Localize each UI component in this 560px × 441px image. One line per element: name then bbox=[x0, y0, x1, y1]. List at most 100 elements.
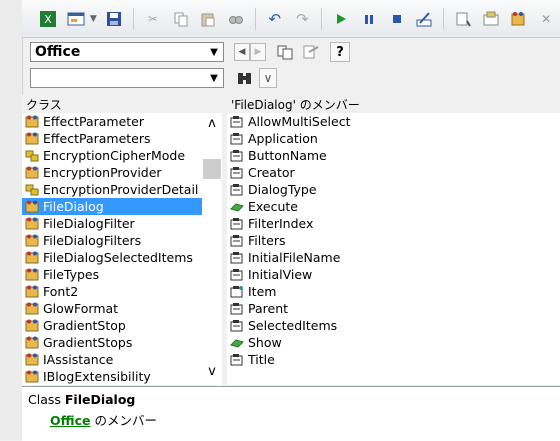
separator bbox=[321, 7, 323, 30]
toolbox-icon[interactable]: ✕ bbox=[535, 8, 557, 30]
class-icon bbox=[25, 336, 39, 349]
save-icon[interactable] bbox=[103, 8, 125, 30]
paste-icon[interactable] bbox=[197, 8, 219, 30]
class-list-item[interactable]: FileTypes bbox=[22, 266, 202, 283]
item-label: Application bbox=[248, 131, 318, 146]
class-list-item[interactable]: EncryptionProviderDetail bbox=[22, 181, 202, 198]
toggle-search-results-button[interactable]: ∨ bbox=[259, 68, 277, 88]
item-label: AllowMultiSelect bbox=[248, 114, 351, 129]
item-label: InitialFileName bbox=[248, 250, 341, 265]
method-icon bbox=[230, 336, 244, 349]
design-mode-icon[interactable] bbox=[413, 8, 435, 30]
member-list-item[interactable]: Execute bbox=[227, 198, 560, 215]
chevron-down-icon[interactable]: ▼ bbox=[205, 43, 223, 61]
userform-icon[interactable] bbox=[65, 8, 87, 30]
class-list-item[interactable]: GradientStops bbox=[22, 334, 202, 351]
item-label: IAssistance bbox=[43, 352, 114, 367]
search-dropdown[interactable]: ▼ bbox=[30, 68, 224, 88]
class-list-item[interactable]: FileDialogFilter bbox=[22, 215, 202, 232]
dropdown-arrow-icon[interactable]: ▼ bbox=[88, 8, 98, 30]
property-icon bbox=[230, 166, 244, 179]
class-list-item[interactable]: FileDialogSelectedItems bbox=[22, 249, 202, 266]
class-list-item[interactable]: EffectParameter bbox=[22, 113, 202, 130]
member-list-item[interactable]: Parent bbox=[227, 300, 560, 317]
standard-toolbar: X ▼ ✂ ↶ ↷ ✕ bbox=[22, 0, 560, 38]
details-pane: Class FileDialog Office のメンバー bbox=[22, 386, 560, 441]
object-browser-icon[interactable] bbox=[508, 8, 530, 30]
members-header-label: 'FileDialog' のメンバー bbox=[231, 97, 360, 112]
class-list-item[interactable]: IAssistance bbox=[22, 351, 202, 368]
member-list-item[interactable]: InitialFileName bbox=[227, 249, 560, 266]
property-icon bbox=[230, 353, 244, 366]
item-label: FileDialogFilters bbox=[43, 233, 142, 248]
copy-to-clipboard-button[interactable] bbox=[274, 42, 296, 62]
member-list-item[interactable]: FilterIndex bbox=[227, 215, 560, 232]
item-label: Creator bbox=[248, 165, 295, 180]
run-icon[interactable] bbox=[330, 8, 352, 30]
view-definition-button[interactable] bbox=[299, 42, 321, 62]
class-icon bbox=[25, 234, 39, 247]
class-list-item[interactable]: IBlogExtensibility bbox=[22, 368, 202, 385]
class-list-item[interactable]: EncryptionProvider bbox=[22, 164, 202, 181]
cut-icon[interactable]: ✂ bbox=[142, 8, 164, 30]
member-list-item[interactable]: DialogType bbox=[227, 181, 560, 198]
properties-icon[interactable] bbox=[480, 8, 502, 30]
chevron-up-icon[interactable]: ʌ bbox=[202, 113, 222, 133]
property-icon bbox=[230, 319, 244, 332]
class-list-item[interactable]: FileDialog bbox=[22, 198, 202, 215]
class-icon bbox=[25, 319, 39, 332]
forward-button[interactable]: ▶ bbox=[250, 43, 266, 61]
classes-list[interactable]: EffectParameter EffectParameters Encryptio… bbox=[22, 113, 202, 385]
property-icon bbox=[230, 268, 244, 281]
pause-icon[interactable] bbox=[358, 8, 380, 30]
item-label: FilterIndex bbox=[248, 216, 314, 231]
find-icon[interactable] bbox=[225, 8, 247, 30]
member-list-item[interactable]: AllowMultiSelect bbox=[227, 113, 560, 130]
back-button[interactable]: ◀ bbox=[234, 43, 250, 61]
library-dropdown[interactable]: Office ▼ bbox=[30, 42, 224, 62]
item-label: Item bbox=[248, 284, 277, 299]
member-list-item[interactable]: SelectedItems bbox=[227, 317, 560, 334]
item-label: SelectedItems bbox=[248, 318, 338, 333]
copy-icon[interactable] bbox=[170, 8, 192, 30]
class-list-item[interactable]: GlowFormat bbox=[22, 300, 202, 317]
chevron-down-icon[interactable]: ▼ bbox=[205, 69, 223, 87]
detail-library-link[interactable]: Office bbox=[50, 413, 90, 428]
property-icon bbox=[230, 149, 244, 162]
project-explorer-icon[interactable] bbox=[452, 8, 474, 30]
member-list-item[interactable]: Application bbox=[227, 130, 560, 147]
class-list-item[interactable]: FileDialogFilters bbox=[22, 232, 202, 249]
class-list-item[interactable]: EncryptionCipherMode bbox=[22, 147, 202, 164]
member-list-item[interactable]: Creator bbox=[227, 164, 560, 181]
class-list-item[interactable]: EffectParameters bbox=[22, 130, 202, 147]
classes-scrollbar[interactable]: ʌ v bbox=[202, 113, 222, 385]
item-label: FileDialogSelectedItems bbox=[43, 250, 193, 265]
member-list-item[interactable]: ButtonName bbox=[227, 147, 560, 164]
class-icon bbox=[25, 217, 39, 230]
binoculars-search-button[interactable] bbox=[234, 68, 256, 88]
member-list-item[interactable]: Show bbox=[227, 334, 560, 351]
member-list-item[interactable]: Title bbox=[227, 351, 560, 368]
class-list-item[interactable]: GradientStop bbox=[22, 317, 202, 334]
item-label: FileDialogFilter bbox=[43, 216, 135, 231]
members-list[interactable]: AllowMultiSelect Application ButtonName Cre… bbox=[227, 113, 560, 385]
help-button[interactable]: ? bbox=[330, 42, 350, 62]
property-icon bbox=[230, 183, 244, 196]
property-icon bbox=[230, 115, 244, 128]
member-list-item[interactable]: Filters bbox=[227, 232, 560, 249]
enum-icon bbox=[25, 149, 39, 162]
excel-icon[interactable]: X bbox=[37, 8, 59, 30]
member-list-item[interactable]: InitialView bbox=[227, 266, 560, 283]
scroll-thumb[interactable] bbox=[203, 159, 221, 179]
chevron-down-icon[interactable]: v bbox=[202, 361, 222, 381]
property-icon bbox=[230, 217, 244, 230]
item-label: FileTypes bbox=[43, 267, 100, 282]
class-icon bbox=[25, 353, 39, 366]
stop-icon[interactable] bbox=[386, 8, 408, 30]
member-list-item[interactable]: Item bbox=[227, 283, 560, 300]
redo-icon[interactable]: ↷ bbox=[292, 8, 314, 30]
class-list-item[interactable]: Font2 bbox=[22, 283, 202, 300]
classes-header-label: クラス bbox=[26, 97, 62, 112]
undo-icon[interactable]: ↶ bbox=[264, 8, 286, 30]
detail-kind: Class bbox=[28, 392, 61, 407]
